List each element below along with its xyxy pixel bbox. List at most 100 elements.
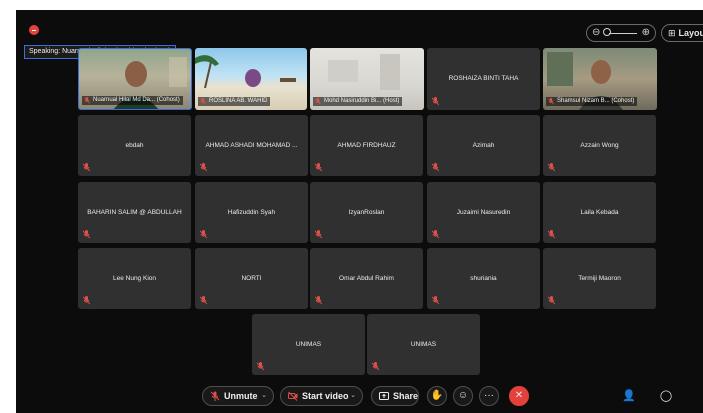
mic-muted-icon [372,362,379,371]
layout-button[interactable]: ⊞ Layou [661,24,703,42]
participant-name: Lee Nung Kion [112,275,156,282]
participant-tile[interactable]: Juzaimi Nasuredin [427,182,540,243]
participant-name: Azimah [472,142,495,149]
participant-tile[interactable]: UNIMAS [252,314,365,375]
reactions-button[interactable]: ☺ [453,386,473,406]
participant-name: Omar Abdul Rahim [339,275,394,282]
mic-muted-icon [432,296,439,305]
leave-call-icon: ✕ [514,390,524,401]
meeting-window: ⊖ ⊕ ⊞Layou Speaking: Nuarnual Hilal Md D… [16,10,703,413]
mic-muted-icon [200,98,206,105]
more-options-button[interactable]: ··· [479,386,499,406]
participant-name: UNIMAS [410,341,437,348]
participant-name-label: ROSLINA AB. WAHID [198,97,271,106]
mic-muted-icon [315,230,322,239]
mic-muted-icon [548,230,555,239]
participant-name: Laila Kebada [580,209,619,216]
video-tile[interactable]: Shamsul Nizam B... (Cohost) [543,48,657,110]
zoom-track[interactable] [609,33,637,34]
chat-icon[interactable]: ◯ [659,389,673,403]
participant-name: AHMAD ASHADI MOHAMAD ... [205,142,298,149]
mic-muted-icon [548,296,555,305]
participant-name: BAHARIN SALIM @ ABDULLAH [87,209,182,216]
participants-icon[interactable]: 👤 [622,389,636,403]
participant-tile[interactable]: Termiji Maoron [543,248,656,309]
mic-muted-icon [315,163,322,172]
participant-tile[interactable]: ebdah [78,115,191,176]
mic-muted-icon [257,362,264,371]
video-off-icon [288,391,298,401]
participant-name: shuriania [470,275,497,282]
participant-name: Nuarnual Hilal Md Da... (Cohost) [93,97,180,103]
chevron-down-icon[interactable]: ⌄ [261,387,267,405]
participant-name: AHMAD FIRDHAUZ [337,142,396,149]
mic-muted-icon [84,97,90,104]
zoom-in-icon[interactable]: ⊕ [642,27,650,39]
participant-name: ROSLINA AB. WAHID [209,98,268,104]
leave-meeting-button[interactable]: ✕ [509,386,529,406]
participant-tile[interactable]: Azzain Wong [543,115,656,176]
mic-muted-icon [83,230,90,239]
participant-tile[interactable]: Omar Abdul Rahim [310,248,423,309]
mic-muted-icon [315,98,321,105]
video-tile[interactable]: Mohd Nasiruddin Bi... (Host) [310,48,424,110]
participant-tile[interactable]: BAHARIN SALIM @ ABDULLAH [78,182,191,243]
unmute-button[interactable]: Unmute ⌄ [202,386,274,406]
layout-grid-icon: ⊞ [668,28,676,38]
unmute-label: Unmute [224,391,258,401]
participant-tile[interactable]: shuriania [427,248,540,309]
participant-name: Azzain Wong [580,142,619,149]
zoom-slider[interactable]: ⊖ ⊕ [586,24,656,42]
mic-muted-icon [432,163,439,172]
share-button[interactable]: Share [371,386,419,406]
start-video-button[interactable]: Start video ⌄ [280,386,363,406]
meeting-toolbar: Unmute ⌄ Start video ⌄ Share ✋ ☺ ··· ✕ 👤… [16,378,703,413]
participant-name: ebdah [125,142,144,149]
mic-muted-icon [548,163,555,172]
participant-tile[interactable]: UNIMAS [367,314,480,375]
video-tile[interactable]: Nuarnual Hilal Md Da... (Cohost) [78,48,192,110]
mic-muted-icon [432,230,439,239]
participant-tile[interactable]: AHMAD FIRDHAUZ [310,115,423,176]
participant-name: Mohd Nasiruddin Bi... (Host) [324,98,400,104]
participant-tile[interactable]: Azimah [427,115,540,176]
participant-tile[interactable]: Laila Kebada [543,182,656,243]
zoom-knob[interactable] [603,28,611,36]
mic-muted-icon [432,97,439,106]
reactions-icon: ☺ [457,390,469,401]
mic-muted-icon [83,163,90,172]
participant-name: Shamsul Nizam B... (Cohost) [557,98,635,104]
mic-muted-icon [83,296,90,305]
participant-tile[interactable]: IzyanRoslan [310,182,423,243]
participant-tile[interactable]: NORTI [195,248,308,309]
start-video-label: Start video [302,391,349,401]
participant-name: UNIMAS [295,341,322,348]
mic-muted-icon [200,230,207,239]
chevron-down-icon[interactable]: ⌄ [350,387,356,405]
close-window-icon[interactable] [29,25,39,35]
share-icon [379,392,389,400]
participant-name-label: Nuarnual Hilal Md Da... (Cohost) [82,96,183,105]
participant-name-label: Shamsul Nizam B... (Cohost) [546,97,638,106]
participant-name-label: Mohd Nasiruddin Bi... (Host) [313,97,403,106]
zoom-out-icon[interactable]: ⊖ [592,27,600,39]
mic-muted-icon [315,296,322,305]
layout-label: Layou [678,28,703,38]
raise-hand-icon: ✋ [430,390,444,401]
raise-hand-button[interactable]: ✋ [427,386,447,406]
participant-name: Hafizuddin Syah [227,209,276,216]
participant-name: ROSHAIZA BINTI TAHA [448,75,519,82]
video-tile[interactable]: ROSLINA AB. WAHID [195,48,307,110]
mic-muted-icon [200,163,207,172]
participant-name: IzyanRoslan [348,209,385,216]
participant-name: Juzaimi Nasuredin [456,209,511,216]
mic-muted-icon [200,296,207,305]
mic-muted-icon [548,98,554,105]
participant-name: NORTI [241,275,262,282]
participant-tile[interactable]: ROSHAIZA BINTI TAHA [427,48,540,110]
participant-tile[interactable]: Hafizuddin Syah [195,182,308,243]
participant-name: Termiji Maoron [578,275,621,282]
share-label: Share [393,391,419,401]
participant-tile[interactable]: Lee Nung Kion [78,248,191,309]
participant-tile[interactable]: AHMAD ASHADI MOHAMAD ... [195,115,308,176]
